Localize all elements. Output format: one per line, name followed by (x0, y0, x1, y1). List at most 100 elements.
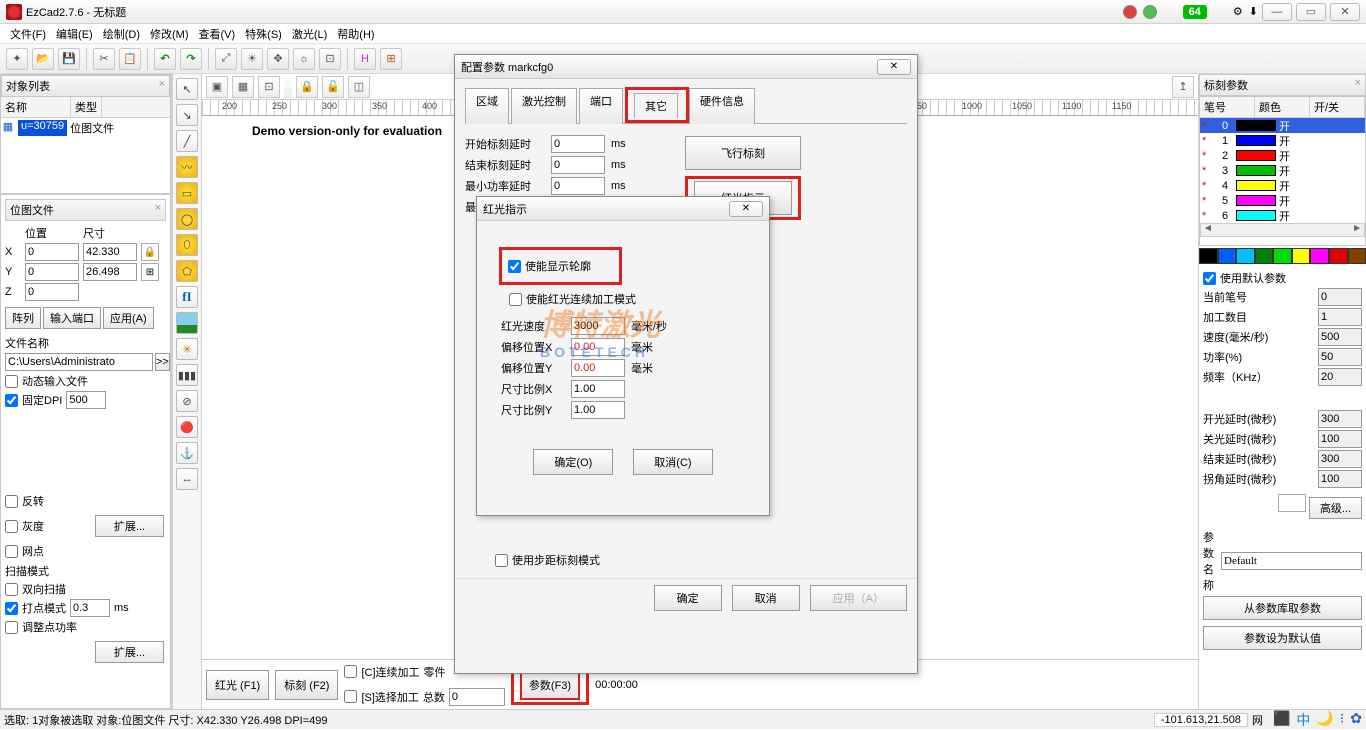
tb-undo[interactable]: ↶ (154, 48, 176, 70)
on-delay-input[interactable] (1318, 410, 1362, 428)
tb-zoom2[interactable]: ✥ (267, 48, 289, 70)
gray-checkbox[interactable] (5, 520, 18, 533)
ct-ungroup[interactable]: ▦ (232, 76, 254, 98)
tray-icon[interactable]: ✿ (1350, 710, 1362, 730)
tray-icon[interactable]: ⁝ (1340, 710, 1344, 730)
ct-layer[interactable]: ↥ (1172, 76, 1194, 98)
enable-outline-checkbox[interactable] (508, 260, 521, 273)
tab-area[interactable]: 区域 (465, 88, 509, 124)
tab-input-port[interactable]: 输入端口 (43, 307, 101, 329)
wobble-icon[interactable] (1278, 494, 1306, 512)
param-name-input[interactable] (1221, 552, 1362, 570)
param-f3-button[interactable]: 参数(F3) (520, 670, 580, 700)
tool-select[interactable]: ↖ (176, 78, 198, 100)
extend-button-2[interactable]: 扩展... (95, 641, 164, 663)
power-input[interactable] (1318, 348, 1362, 366)
red-sx-input[interactable] (571, 380, 625, 398)
end-delay-input[interactable] (1318, 450, 1362, 468)
ct-combine[interactable]: ⊡ (258, 76, 280, 98)
red-offx-input[interactable] (571, 338, 625, 356)
pen-row[interactable]: *4开 (1200, 178, 1365, 193)
tb-open[interactable]: 📂 (32, 48, 54, 70)
tab-laser[interactable]: 激光控制 (511, 88, 577, 124)
pos-y-input[interactable] (25, 263, 79, 281)
tool-curve[interactable]: 〰 (176, 156, 198, 178)
cfg-ok-button[interactable]: 确定 (654, 585, 722, 611)
minp-delay-input[interactable] (551, 177, 605, 195)
tool-ellipse[interactable]: ⬯ (176, 234, 198, 256)
ct-unlock[interactable]: 🔓 (322, 76, 344, 98)
reverse-checkbox[interactable] (5, 495, 18, 508)
ct-group[interactable]: ▣ (206, 76, 228, 98)
ct-lock[interactable]: 🔒 (296, 76, 318, 98)
tab-other[interactable]: 其它 (634, 93, 678, 119)
continuous-checkbox[interactable] (344, 665, 357, 678)
tab-port[interactable]: 端口 (579, 88, 623, 124)
minimize-button[interactable]: — (1262, 3, 1292, 21)
menu-draw[interactable]: 绘制(D) (99, 25, 144, 43)
advanced-button[interactable]: 高级... (1309, 497, 1362, 519)
tb-save[interactable]: 💾 (58, 48, 80, 70)
corner-delay-input[interactable] (1318, 470, 1362, 488)
dotmode-checkbox[interactable] (5, 602, 18, 615)
size-h-input[interactable] (83, 263, 137, 281)
red-cancel-button[interactable]: 取消(C) (633, 449, 712, 475)
tab-hardware[interactable]: 硬件信息 (689, 88, 755, 124)
tray-icon[interactable]: ⬛ (1273, 710, 1290, 730)
tb-zoom1[interactable]: ☀ (241, 48, 263, 70)
pen-row[interactable]: *3开 (1200, 163, 1365, 178)
red-offy-input[interactable] (571, 359, 625, 377)
cfg-apply-button[interactable]: 应用（A） (810, 585, 907, 611)
dot-ms-input[interactable] (70, 599, 110, 617)
tb-anchor2[interactable]: ⊞ (380, 48, 402, 70)
color-palette[interactable] (1199, 248, 1366, 264)
count-input[interactable] (1318, 308, 1362, 326)
menu-special[interactable]: 特殊(S) (241, 25, 286, 43)
tool-image[interactable] (176, 312, 198, 334)
maximize-button[interactable]: ▭ (1296, 3, 1326, 21)
tb-new[interactable]: ✦ (6, 48, 28, 70)
tb-redo[interactable]: ↷ (180, 48, 202, 70)
start-delay-input[interactable] (551, 135, 605, 153)
close-button[interactable]: ✕ (1330, 3, 1360, 21)
anchor-icon[interactable]: ⊞ (141, 263, 159, 281)
tool-barcode[interactable]: ▮▮▮ (176, 364, 198, 386)
close-icon[interactable]: × (155, 202, 161, 218)
adj-power-checkbox[interactable] (5, 621, 18, 634)
tool-encoder[interactable]: ⚓ (176, 442, 198, 464)
load-param-button[interactable]: 从参数库取参数 (1203, 596, 1362, 620)
tool-circle[interactable]: ◯ (176, 208, 198, 230)
dpi-input[interactable] (66, 391, 106, 409)
pen-row[interactable]: *0开 (1200, 118, 1365, 133)
tool-polygon[interactable]: ⬠ (176, 260, 198, 282)
tool-text[interactable]: fI (176, 286, 198, 308)
fixed-dpi-checkbox[interactable] (5, 394, 18, 407)
biscan-checkbox[interactable] (5, 583, 18, 596)
total-input[interactable] (449, 688, 505, 706)
tray-icon[interactable]: 中 (1296, 710, 1310, 730)
tb-zoom3[interactable]: ☼ (293, 48, 315, 70)
menu-help[interactable]: 帮助(H) (333, 25, 378, 43)
red-sy-input[interactable] (571, 401, 625, 419)
tool-io[interactable]: 🔴 (176, 416, 198, 438)
tool-node[interactable]: ↘ (176, 104, 198, 126)
menu-edit[interactable]: 编辑(E) (52, 25, 97, 43)
dot-checkbox[interactable] (5, 545, 18, 558)
mark-f2-button[interactable]: 标刻 (F2) (275, 670, 338, 700)
off-delay-input[interactable] (1318, 430, 1362, 448)
lock-icon[interactable]: 🔒 (141, 243, 159, 261)
tool-timer[interactable]: ⊘ (176, 390, 198, 412)
extend-button-1[interactable]: 扩展... (95, 515, 164, 537)
curr-pen-input[interactable] (1318, 288, 1362, 306)
end-delay-input[interactable] (551, 156, 605, 174)
step-mode-checkbox[interactable] (495, 554, 508, 567)
config-dialog-close[interactable]: ✕ (877, 59, 911, 75)
tab-array[interactable]: 阵列 (5, 307, 41, 329)
pos-x-input[interactable] (25, 243, 79, 261)
tray-icon[interactable]: 🌙 (1316, 710, 1333, 730)
freq-input[interactable] (1318, 368, 1362, 386)
tb-cut[interactable]: ✂ (93, 48, 115, 70)
apply-button[interactable]: 应用(A) (103, 307, 154, 329)
select-checkbox[interactable] (344, 690, 357, 703)
ct-hide[interactable]: ◫ (348, 76, 370, 98)
